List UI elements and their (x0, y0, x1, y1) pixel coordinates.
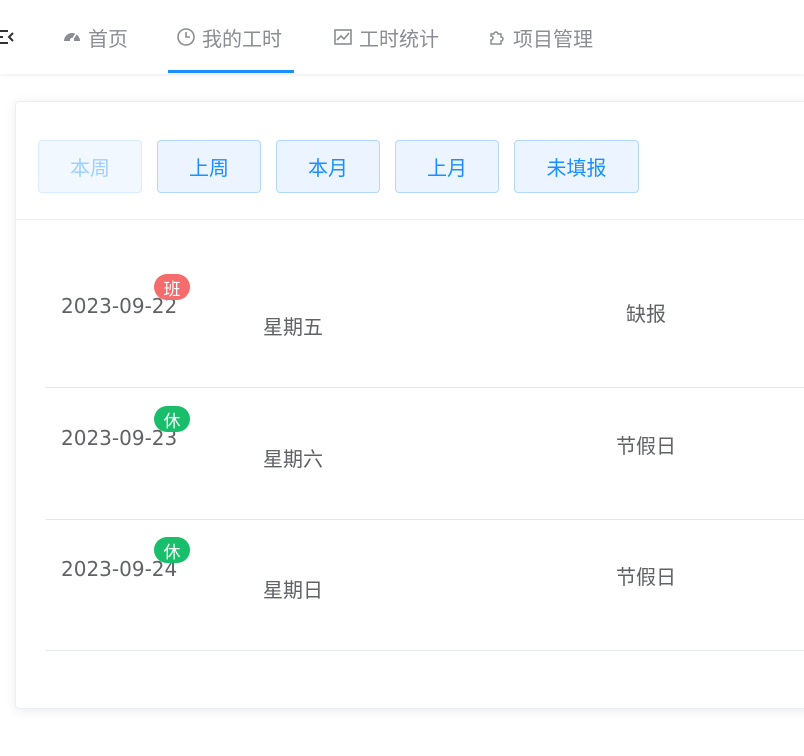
weekday-label: 星期日 (263, 578, 323, 602)
status-label: 缺报 (626, 302, 666, 326)
not-reported-button[interactable]: 未填报 (514, 140, 639, 193)
workday-badge: 班 (154, 274, 190, 300)
last-week-button[interactable]: 上周 (157, 140, 261, 193)
chart-icon (334, 29, 352, 45)
holiday-badge: 休 (154, 406, 190, 432)
clock-icon (177, 28, 195, 46)
holiday-badge: 休 (154, 537, 190, 563)
list-item[interactable]: 2023-09-22 班 星期五 缺报 (46, 256, 804, 388)
status-label: 节假日 (616, 434, 676, 458)
list-item[interactable]: 2023-09-24 休 星期日 节假日 (46, 519, 804, 651)
tab-my-hours[interactable]: 我的工时 (176, 0, 282, 74)
this-month-button[interactable]: 本月 (276, 140, 380, 193)
tab-label: 工时统计 (359, 26, 439, 51)
tab-project-management[interactable]: 项目管理 (487, 0, 593, 74)
tab-hours-stats[interactable]: 工时统计 (333, 0, 439, 74)
top-nav: 首页 我的工时 工时统计 项目管理 (0, 0, 804, 74)
last-month-button[interactable]: 上月 (395, 140, 499, 193)
tab-label: 首页 (88, 26, 128, 51)
dashboard-icon (64, 33, 80, 42)
hours-card: 本周 上周 本月 上月 未填报 2023-09-22 班 星期五 缺报 2023… (15, 101, 804, 709)
puzzle-icon (490, 31, 504, 45)
tab-label: 项目管理 (513, 26, 593, 51)
menu-fold-icon[interactable] (0, 27, 14, 47)
tab-label: 我的工时 (202, 26, 282, 51)
tab-home[interactable]: 首页 (62, 0, 128, 74)
list-item[interactable]: 2023-09-23 休 星期六 节假日 (46, 388, 804, 520)
weekday-label: 星期六 (263, 447, 323, 471)
divider (16, 219, 804, 220)
weekday-label: 星期五 (263, 315, 323, 339)
this-week-button[interactable]: 本周 (38, 140, 142, 193)
status-label: 节假日 (616, 565, 676, 589)
active-tab-indicator (168, 70, 294, 73)
